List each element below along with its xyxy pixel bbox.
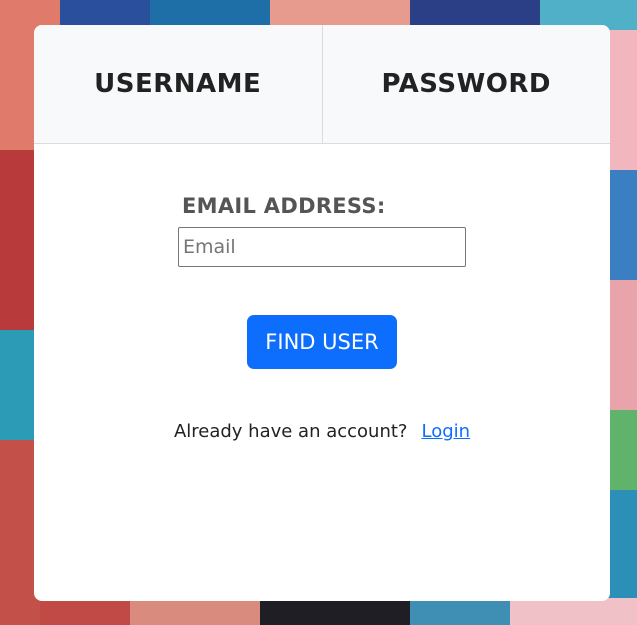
- find-user-form: EMAIL ADDRESS: FIND USER Already have an…: [34, 144, 610, 601]
- find-user-card: USERNAME PASSWORD EMAIL ADDRESS: FIND US…: [34, 25, 610, 601]
- email-label: EMAIL ADDRESS:: [182, 194, 386, 218]
- login-prompt: Already have an account? Login: [34, 421, 610, 442]
- tab-password[interactable]: PASSWORD: [321, 25, 611, 143]
- recovery-tabs: USERNAME PASSWORD: [34, 25, 610, 144]
- find-user-button[interactable]: FIND USER: [247, 315, 397, 369]
- login-link[interactable]: Login: [421, 421, 470, 442]
- tab-username[interactable]: USERNAME: [34, 25, 322, 143]
- login-prompt-text: Already have an account?: [173, 421, 408, 442]
- email-input[interactable]: [178, 227, 466, 267]
